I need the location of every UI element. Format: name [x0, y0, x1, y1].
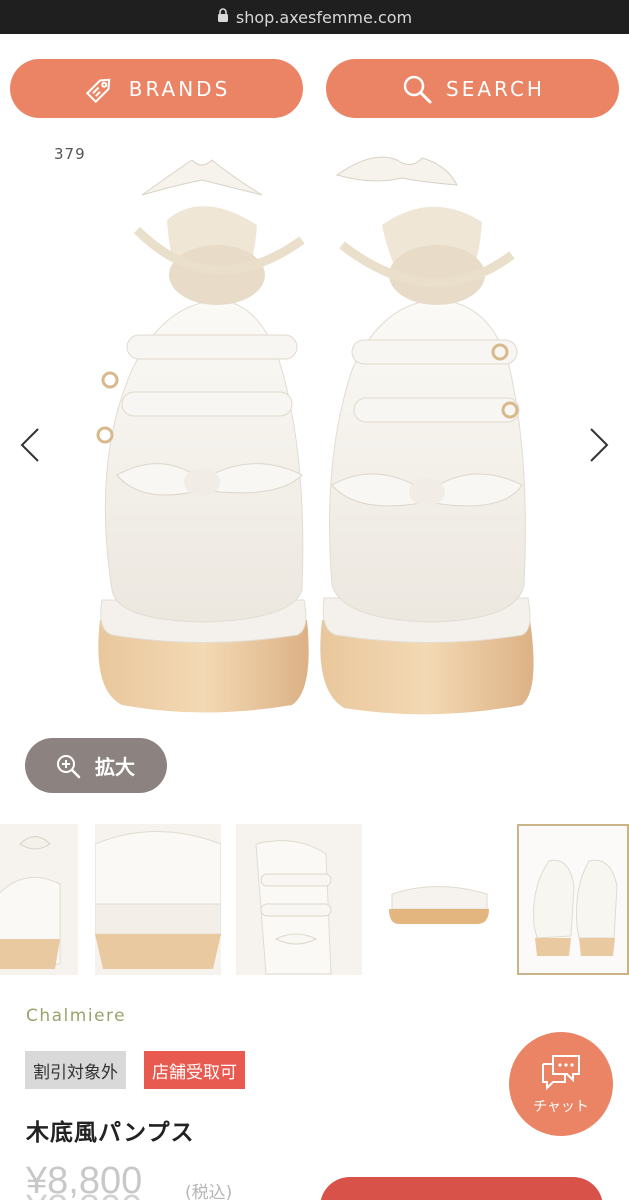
- brands-label: BRANDS: [128, 76, 231, 101]
- product-name: 木底風パンプス: [26, 1120, 195, 1146]
- search-label: SEARCH: [446, 76, 545, 101]
- tag-no-discount: 割引対象外: [25, 1051, 126, 1089]
- thumbnail-4[interactable]: [377, 824, 503, 975]
- chevron-left-icon[interactable]: [16, 425, 42, 465]
- tax-note: (税込): [185, 1183, 233, 1200]
- chat-label: チャット: [533, 1099, 589, 1115]
- thumbnail-5[interactable]: [517, 824, 629, 975]
- thumbnail-strip: [0, 824, 629, 975]
- tag-store-pickup: 店舗受取可: [144, 1051, 245, 1089]
- zoom-button[interactable]: 拡大: [25, 738, 167, 793]
- chat-bubble-icon: [542, 1055, 580, 1091]
- brand-name[interactable]: Chalmiere: [26, 1006, 126, 1026]
- url-text: shop.axesfemme.com: [235, 7, 413, 27]
- chevron-right-icon[interactable]: [587, 425, 613, 465]
- image-counter: 379: [54, 145, 86, 163]
- chat-button[interactable]: チャット: [509, 1032, 613, 1136]
- zoom-label: 拡大: [95, 755, 135, 779]
- product-price-repeat: ¥8,800: [26, 1188, 142, 1200]
- search-button[interactable]: SEARCH: [326, 59, 619, 118]
- add-to-cart-button[interactable]: [320, 1177, 603, 1200]
- tag-icon: [85, 78, 110, 103]
- thumbnail-3[interactable]: [236, 824, 362, 975]
- thumbnail-2[interactable]: [95, 824, 221, 975]
- thumbnail-1[interactable]: [0, 824, 78, 975]
- zoom-in-icon: [57, 754, 81, 778]
- brands-button[interactable]: BRANDS: [10, 59, 303, 118]
- lock-icon: [217, 8, 228, 22]
- search-icon: [403, 75, 432, 103]
- product-image[interactable]: [52, 130, 577, 820]
- url-bar[interactable]: shop.axesfemme.com: [0, 0, 629, 34]
